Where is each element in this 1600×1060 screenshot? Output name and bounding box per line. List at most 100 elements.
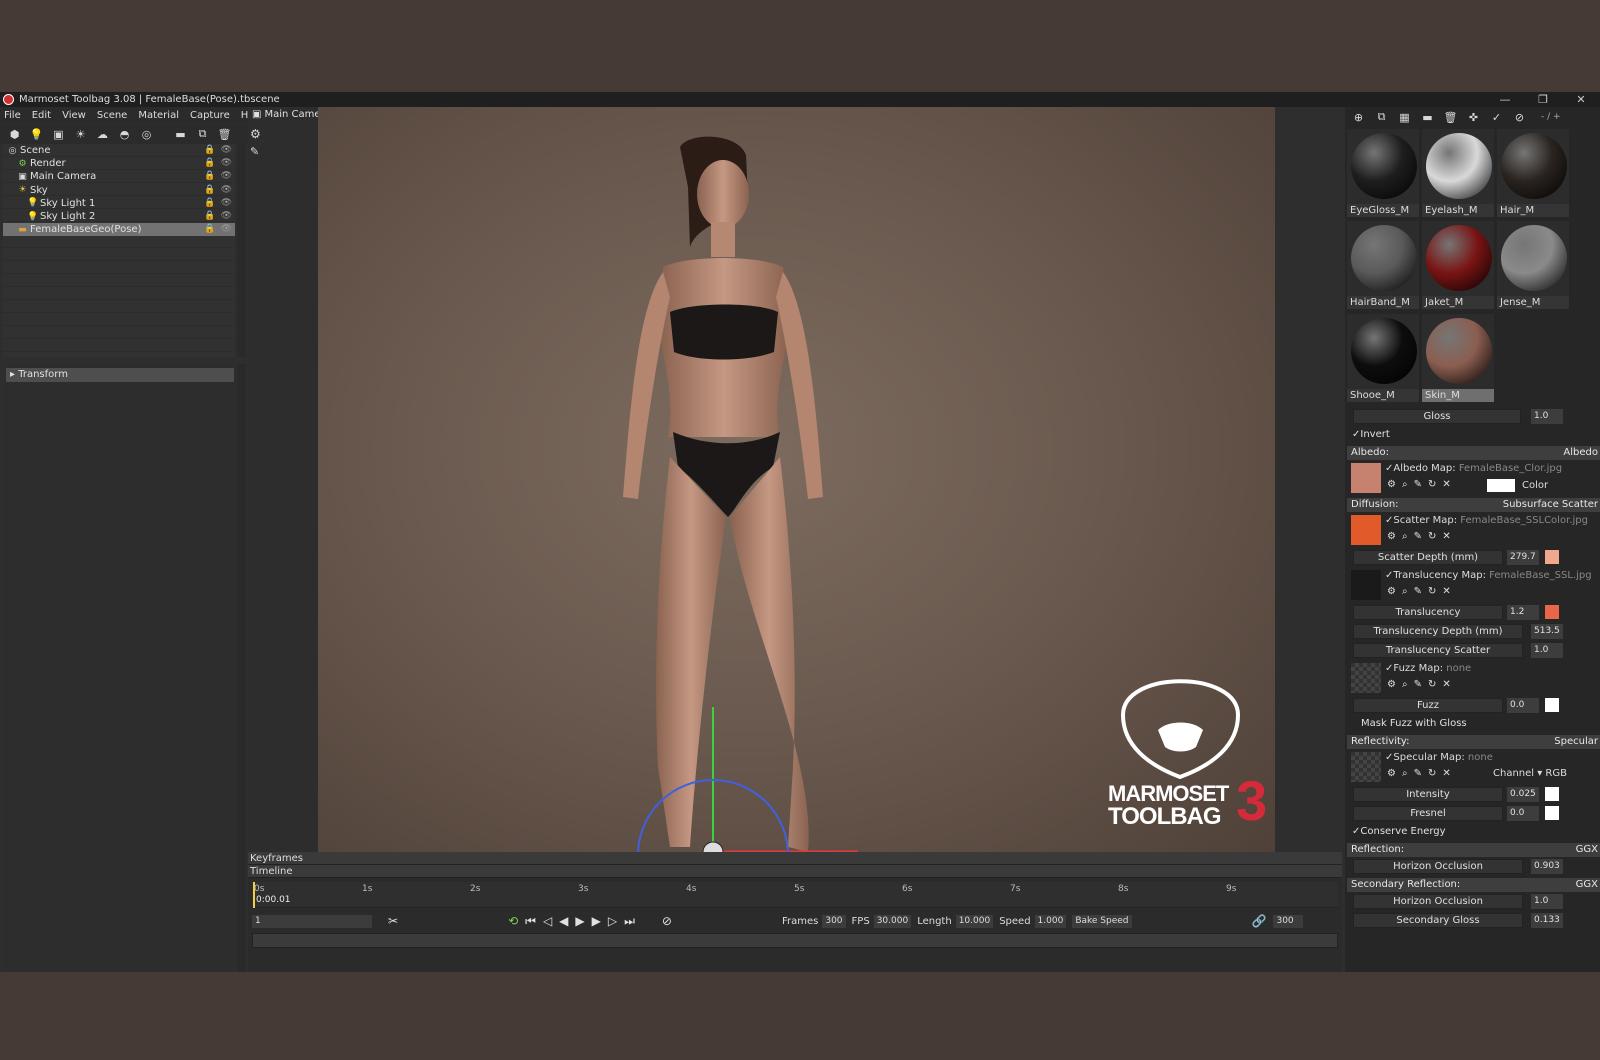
add-camera-icon[interactable]: ▣ — [49, 126, 68, 142]
scatter-depth-value[interactable]: 279.7 — [1507, 550, 1539, 565]
speed-field[interactable]: 1.000 — [1034, 914, 1067, 928]
scissors-icon[interactable]: ✂ — [388, 914, 398, 928]
fresnel-value[interactable]: 0.0 — [1507, 806, 1539, 821]
magnify-icon[interactable]: ⌕ — [1402, 479, 1408, 490]
secondary-gloss-value[interactable]: 0.133 — [1531, 913, 1563, 928]
mask-fuzz-checkbox[interactable]: Mask Fuzz with Gloss — [1347, 715, 1600, 733]
secondary-gloss-slider[interactable]: Secondary Gloss — [1353, 913, 1523, 928]
grid-icon[interactable]: ▦ — [1395, 109, 1414, 125]
trash-icon[interactable]: 🗑 — [215, 126, 234, 142]
add-mesh-icon[interactable]: ⬢ — [5, 126, 24, 142]
reflection-mode[interactable]: GGX — [1576, 843, 1598, 857]
horizon-occlusion-2-slider[interactable]: Horizon Occlusion — [1353, 894, 1523, 909]
albedo-color-swatch[interactable] — [1487, 479, 1515, 492]
conserve-energy-checkbox[interactable]: ✓Conserve Energy — [1347, 823, 1600, 841]
add-fog-icon[interactable]: ☁ — [93, 126, 112, 142]
3d-viewport[interactable]: MARMOSET TOOLBAG 3 — [318, 107, 1275, 867]
lock-icon[interactable]: 🔒 — [204, 197, 215, 210]
material-thumbnail[interactable]: EyeGloss_M — [1347, 129, 1419, 217]
fresnel-slider[interactable]: Fresnel — [1353, 806, 1503, 821]
properties-scrollbar[interactable] — [237, 364, 246, 972]
folder-icon[interactable]: ▬ — [171, 126, 190, 142]
menu-file[interactable]: File — [4, 110, 21, 121]
gear-icon[interactable]: ⚙ — [1387, 531, 1396, 542]
lock-icon[interactable]: 🔒 — [204, 170, 215, 183]
lock-icon[interactable]: 🔒 — [204, 144, 215, 157]
gear-icon[interactable]: ⚙ — [1387, 679, 1396, 690]
settings-gear-icon[interactable]: ⚙ — [250, 127, 261, 141]
scene-tree-item[interactable]: ▣ Main Camera 🔒 👁 — [3, 170, 235, 183]
menu-capture[interactable]: Capture — [190, 110, 230, 121]
remove-icon[interactable]: ✕ — [1442, 479, 1450, 490]
restore-button[interactable]: ❐ — [1524, 92, 1562, 107]
folder-icon[interactable]: ▬ — [1418, 109, 1437, 125]
reflection-section[interactable]: Reflection: GGX — [1347, 843, 1600, 857]
scene-tree-item[interactable]: ⚙ Render 🔒 👁 — [3, 157, 235, 170]
material-thumbnail[interactable]: Eyelash_M — [1422, 129, 1494, 217]
horizon-occlusion-2-value[interactable]: 1.0 — [1531, 894, 1563, 909]
reload-icon[interactable]: ↻ — [1428, 531, 1436, 542]
bake-icon[interactable]: ⊘ — [1510, 109, 1529, 125]
fresnel-color-swatch[interactable] — [1545, 806, 1559, 820]
specular-map-thumbnail[interactable] — [1351, 752, 1381, 782]
reload-icon[interactable]: ↻ — [1428, 586, 1436, 597]
remove-icon[interactable]: ✕ — [1442, 679, 1450, 690]
timeline-row[interactable]: Timeline — [248, 865, 1342, 878]
playhead[interactable] — [253, 882, 255, 908]
scatter-color-swatch[interactable] — [1545, 550, 1559, 564]
scene-tree-scrollbar[interactable] — [237, 144, 246, 357]
timeline-track[interactable] — [252, 933, 1338, 948]
secondary-reflection-mode[interactable]: GGX — [1576, 878, 1598, 892]
translucency-map-thumbnail[interactable] — [1351, 570, 1381, 600]
compass-icon[interactable]: ⊘ — [662, 914, 672, 928]
menu-view[interactable]: View — [62, 110, 86, 121]
translucency-depth-slider[interactable]: Translucency Depth (mm) — [1353, 624, 1523, 639]
scatter-depth-slider[interactable]: Scatter Depth (mm) — [1353, 550, 1503, 565]
skip-end-icon[interactable]: ⏭ — [624, 914, 635, 929]
albedo-map-thumbnail[interactable] — [1351, 463, 1381, 493]
translucency-scatter-value[interactable]: 1.0 — [1531, 643, 1563, 658]
transform-section-header[interactable]: ▸ Transform — [6, 368, 234, 382]
horizon-occlusion-slider[interactable]: Horizon Occlusion — [1353, 859, 1523, 874]
scene-tree-item[interactable]: ◎ Scene 🔒 👁 — [3, 144, 235, 157]
step-forward-icon[interactable]: ▶ — [592, 914, 601, 928]
translucency-depth-value[interactable]: 513.5 — [1531, 624, 1563, 639]
eyedropper-icon[interactable]: ✎ — [1414, 479, 1422, 490]
gloss-slider[interactable]: Gloss — [1353, 409, 1521, 424]
translucency-map-label[interactable]: ✓Translucency Map: — [1385, 570, 1486, 581]
gear-icon[interactable]: ⚙ — [1387, 586, 1396, 597]
frames-field[interactable]: 300 — [822, 914, 846, 928]
material-filter-field[interactable]: - / + — [1541, 112, 1561, 122]
duplicate-material-icon[interactable]: ⧉ — [1372, 109, 1391, 125]
albedo-section[interactable]: Albedo: Albedo — [1347, 446, 1600, 460]
scene-tree-item[interactable]: 💡 Sky Light 1 🔒 👁 — [3, 197, 235, 210]
translucency-color-swatch[interactable] — [1545, 605, 1559, 619]
next-key-icon[interactable]: ▷ — [608, 914, 617, 928]
intensity-value[interactable]: 0.025 — [1507, 787, 1539, 802]
step-back-icon[interactable]: ◀ — [559, 914, 568, 928]
minimize-button[interactable]: — — [1486, 92, 1524, 107]
visibility-eye-icon[interactable]: 👁 — [221, 223, 232, 236]
brush-icon[interactable]: ✎ — [250, 145, 259, 158]
add-light-icon[interactable]: 💡 — [27, 126, 46, 142]
remove-icon[interactable]: ✕ — [1442, 586, 1450, 597]
menu-edit[interactable]: Edit — [32, 110, 51, 121]
close-button[interactable]: ✕ — [1562, 92, 1600, 107]
frame-field[interactable]: 1 — [252, 914, 372, 928]
duplicate-icon[interactable]: ⧉ — [193, 126, 212, 142]
menu-material[interactable]: Material — [138, 110, 179, 121]
diffusion-mode[interactable]: Subsurface Scatter — [1503, 498, 1598, 512]
reflectivity-section[interactable]: Reflectivity: Specular — [1347, 735, 1600, 749]
play-icon[interactable]: ▶ — [575, 914, 584, 928]
translucency-slider[interactable]: Translucency — [1353, 605, 1503, 620]
reload-icon[interactable]: ↻ — [1428, 768, 1436, 779]
magnify-icon[interactable]: ⌕ — [1402, 768, 1408, 779]
diffusion-section[interactable]: Diffusion: Subsurface Scatter — [1347, 498, 1600, 512]
material-thumbnail[interactable]: Jaket_M — [1422, 221, 1494, 310]
eyedropper-icon[interactable]: ✎ — [1414, 679, 1422, 690]
reload-icon[interactable]: ↻ — [1428, 679, 1436, 690]
eyedropper-icon[interactable]: ✎ — [1414, 586, 1422, 597]
magnify-icon[interactable]: ⌕ — [1402, 679, 1408, 690]
material-thumbnail[interactable]: Skin_M — [1422, 313, 1494, 402]
skip-start-icon[interactable]: ⏮ — [525, 914, 536, 929]
